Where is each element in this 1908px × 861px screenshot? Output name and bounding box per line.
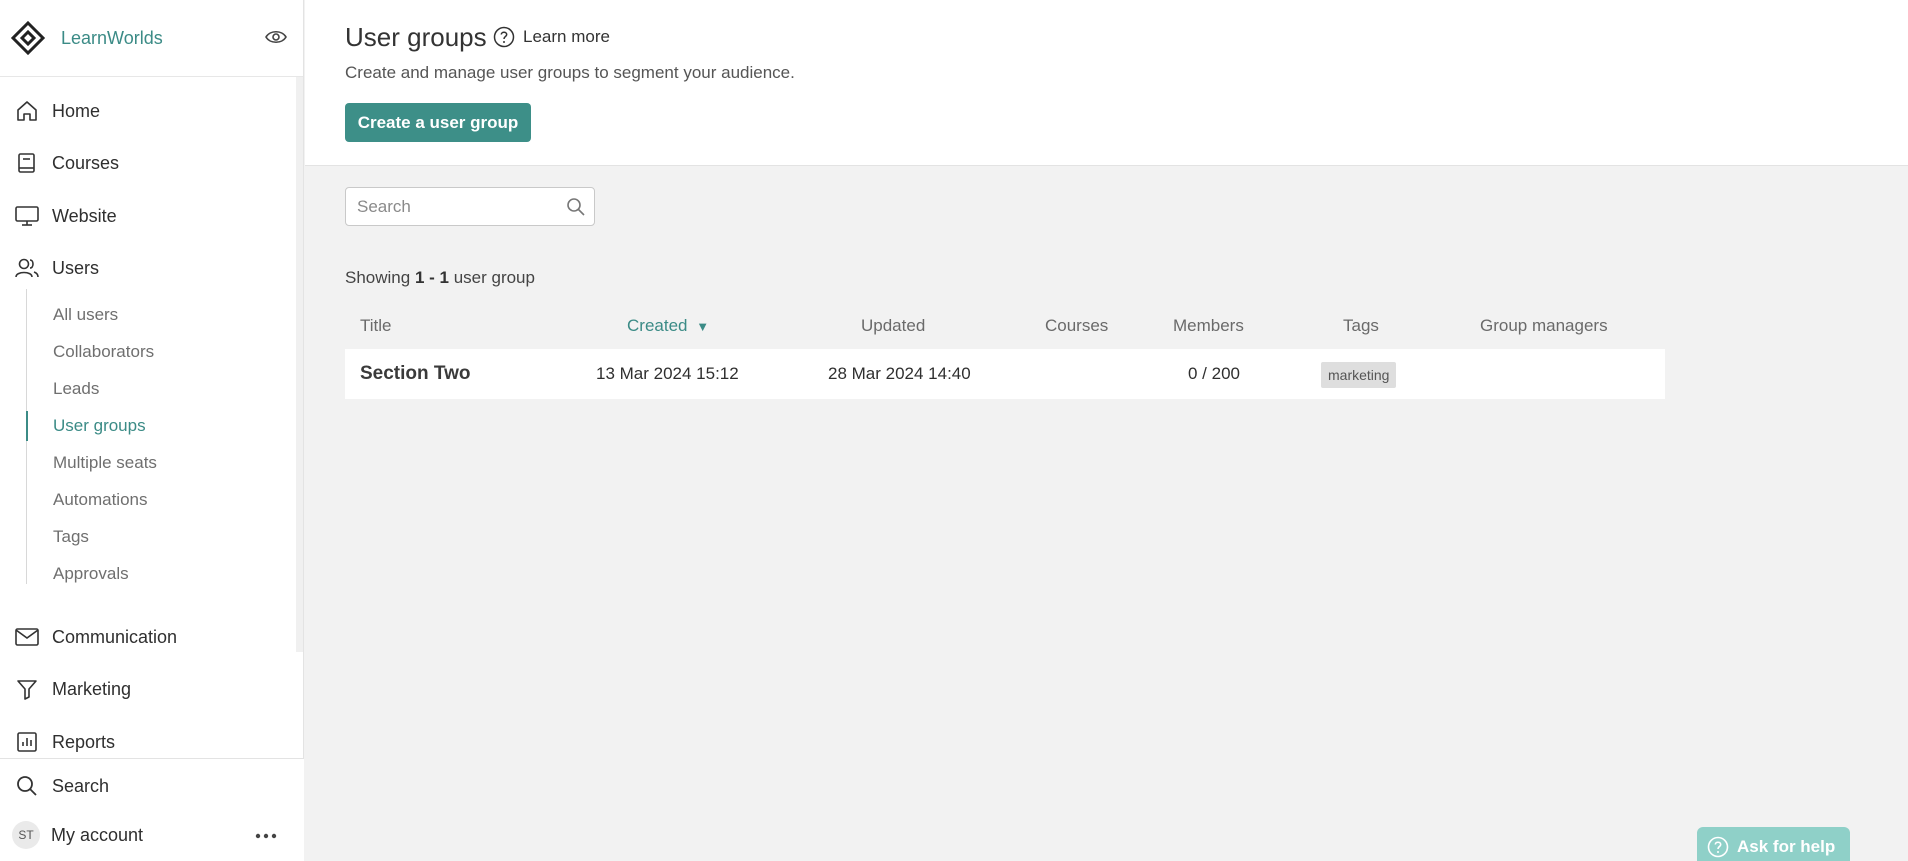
results-prefix: Showing	[345, 268, 415, 287]
nav-label-communication: Communication	[52, 626, 178, 647]
cell-members: 0 / 200	[1188, 364, 1240, 383]
subnav-item-automations[interactable]: Automations	[27, 485, 277, 515]
column-header-created[interactable]: Created ▼	[627, 309, 709, 343]
column-header-title[interactable]: Title	[360, 309, 392, 343]
cell-title[interactable]: Section Two	[360, 349, 470, 399]
cell-created: 13 Mar 2024 15:12	[596, 364, 739, 383]
nav-label-reports: Reports	[52, 731, 116, 752]
learn-more-link[interactable]: Learn more	[493, 26, 610, 48]
column-header-courses[interactable]: Courses	[1045, 309, 1108, 343]
column-header-updated[interactable]: Updated	[861, 309, 925, 343]
column-header-created-label: Created	[627, 316, 688, 335]
learn-more-label: Learn more	[523, 27, 610, 46]
page-subtitle: Create and manage user groups to segment…	[345, 63, 795, 82]
subnav-item-leads[interactable]: Leads	[27, 374, 277, 404]
subnav-item-approvals[interactable]: Approvals	[27, 559, 277, 589]
nav-item-my-account[interactable]: ST My account	[0, 813, 290, 857]
nav-item-users[interactable]: Users	[0, 246, 290, 290]
results-suffix: user group	[448, 268, 535, 287]
tag-badge: marketing	[1321, 362, 1397, 388]
home-icon	[13, 97, 41, 125]
users-icon	[13, 254, 41, 282]
nav-label-my-account: My account	[51, 824, 144, 845]
learnworlds-logo-icon[interactable]	[10, 20, 46, 56]
help-circle-icon	[1707, 836, 1729, 858]
subnav-item-tags[interactable]: Tags	[27, 522, 277, 552]
search-box	[345, 187, 595, 226]
sidebar-scrollbar[interactable]	[296, 77, 303, 652]
monitor-icon	[13, 202, 41, 230]
bar-chart-icon	[13, 728, 41, 756]
nav-item-home[interactable]: Home	[0, 89, 290, 133]
nav-item-website[interactable]: Website	[0, 194, 290, 238]
subnav-item-collaborators[interactable]: Collaborators	[27, 337, 277, 367]
create-user-group-button[interactable]: Create a user group	[345, 103, 531, 142]
nav-item-communication[interactable]: Communication	[0, 615, 290, 659]
mail-icon	[13, 623, 41, 651]
ask-for-help-button[interactable]: Ask for help	[1697, 827, 1850, 861]
search-input[interactable]	[346, 188, 546, 225]
column-header-group-managers: Group managers	[1480, 316, 1608, 335]
nav-item-marketing[interactable]: Marketing	[0, 667, 290, 711]
nav-item-courses[interactable]: Courses	[0, 141, 290, 185]
sort-desc-icon: ▼	[696, 319, 710, 334]
subnav-item-all-users[interactable]: All users	[27, 300, 277, 330]
nav-label-courses: Courses	[52, 152, 120, 173]
column-header-members[interactable]: Members	[1173, 309, 1244, 343]
sidebar-bottom: Search ST My account	[0, 758, 304, 861]
nav-label-users: Users	[52, 257, 100, 278]
nav-label-search: Search	[52, 775, 110, 796]
nav-label-marketing: Marketing	[52, 678, 132, 699]
users-subnav: All users Collaborators Leads User group…	[26, 289, 286, 584]
avatar: ST	[12, 821, 40, 849]
sidebar: LearnWorlds Home Courses Website Users A…	[0, 0, 304, 861]
funnel-icon	[13, 675, 41, 703]
column-header-tags: Tags	[1343, 316, 1379, 335]
ask-for-help-label: Ask for help	[1737, 837, 1836, 856]
cell-updated: 28 Mar 2024 14:40	[828, 364, 971, 383]
nav-item-search[interactable]: Search	[0, 764, 290, 808]
page-title: User groups	[345, 22, 487, 52]
subnav-item-multiple-seats[interactable]: Multiple seats	[27, 448, 277, 478]
brand-header: LearnWorlds	[0, 0, 303, 77]
help-circle-icon	[493, 26, 515, 48]
results-range: 1 - 1	[414, 268, 449, 287]
nav-label-website: Website	[52, 205, 117, 226]
results-count: Showing 1 - 1 user group	[345, 268, 535, 288]
nav-label-home: Home	[52, 100, 101, 121]
search-icon	[13, 772, 41, 800]
eye-icon[interactable]	[263, 24, 289, 50]
subnav-item-user-groups[interactable]: User groups	[26, 411, 276, 441]
more-options-icon[interactable]	[252, 826, 280, 846]
page-header: User groups Learn more Create and manage…	[305, 0, 1908, 166]
book-icon	[13, 149, 41, 177]
table-row[interactable]: Section Two 13 Mar 2024 15:12 28 Mar 202…	[345, 349, 1665, 399]
brand-name[interactable]: LearnWorlds	[61, 28, 163, 49]
search-icon[interactable]	[566, 197, 586, 217]
